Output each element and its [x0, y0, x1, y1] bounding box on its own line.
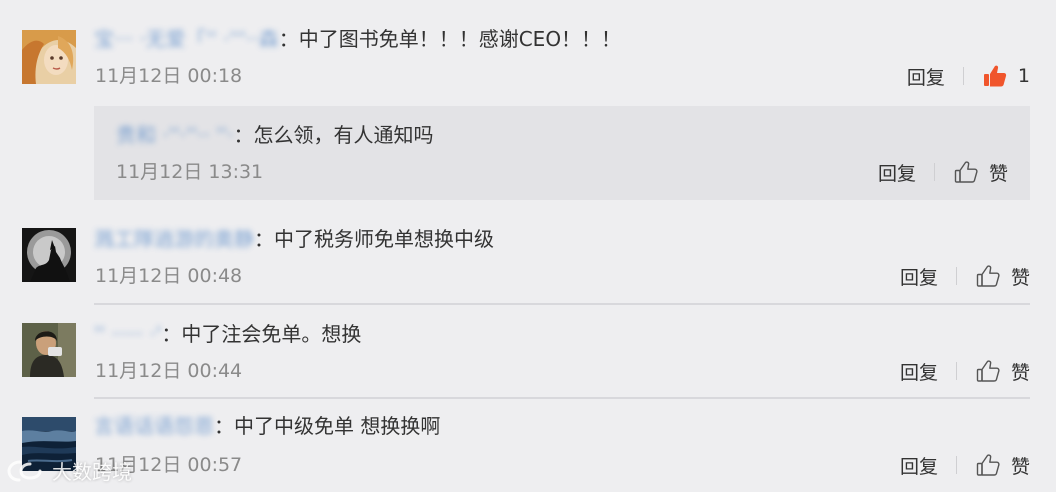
- thumbs-up-icon: [976, 454, 1000, 476]
- comment-text: 中了税务师免单想换中级: [274, 227, 494, 251]
- action-divider: [962, 67, 964, 85]
- thumbs-up-icon: [983, 65, 1007, 87]
- like-label: 赞: [1010, 266, 1030, 289]
- reply-content: 贵和 ·''·''·· ''·：怎么领，有人通知吗: [116, 122, 434, 148]
- like-button[interactable]: 赞: [975, 452, 1030, 479]
- reply-button[interactable]: 回复: [907, 63, 945, 90]
- avatar-image: [22, 323, 76, 377]
- comment-actions: 回复 1: [907, 62, 1030, 90]
- separator: ：: [214, 414, 234, 438]
- avatar[interactable]: [22, 323, 76, 377]
- action-divider: [955, 267, 957, 285]
- action-divider: [933, 163, 935, 181]
- comment-text: 中了注会免单。想换: [181, 322, 362, 346]
- comment-item: 溅工隊逍游的奥静：中了税务师免单想换中级 11月12日 00:48 回复 赞: [0, 206, 1056, 304]
- thumbs-up-icon: [976, 360, 1000, 382]
- username-link[interactable]: 溅工隊逍游的奥静: [94, 226, 254, 252]
- comment-time: 11月12日 00:44: [95, 360, 243, 382]
- avatar-image: [22, 228, 76, 282]
- separator: ：: [254, 227, 274, 251]
- action-divider: [955, 456, 957, 474]
- like-label: 赞: [1010, 455, 1030, 478]
- action-divider: [955, 362, 957, 380]
- avatar[interactable]: [22, 30, 76, 84]
- like-label: 赞: [988, 162, 1008, 185]
- comment-actions: 回复 赞: [900, 357, 1030, 385]
- reply-button[interactable]: 回复: [900, 452, 938, 479]
- reply-button[interactable]: 回复: [900, 358, 938, 385]
- comment-content: 言语话语怨恩：中了中级免单 想换换啊: [94, 413, 440, 439]
- separator: ：: [233, 123, 254, 147]
- watermark-text: 大数跨境: [52, 460, 132, 484]
- comment-item: 宝··· ·无爱「'' ·'''··森：中了图书免单！！！感谢CEO！！！ 11…: [0, 0, 1056, 206]
- watermark: 大数跨境: [6, 456, 132, 485]
- logo-icon: [7, 460, 42, 481]
- separator: ：: [278, 27, 299, 51]
- comment-text: 中了图书免单！！！感谢CEO！！！: [298, 27, 622, 51]
- reply-box: 贵和 ·''·''·· ''·：怎么领，有人通知吗 11月12日 13:31 回…: [94, 106, 1030, 200]
- separator: ：: [161, 322, 182, 346]
- comment-actions: 回复 赞: [900, 451, 1030, 479]
- reply-button[interactable]: 回复: [900, 263, 938, 290]
- like-button[interactable]: 赞: [975, 263, 1030, 290]
- username-link[interactable]: '' ····· ·': [94, 321, 161, 347]
- comment-actions: 回复 赞: [900, 262, 1030, 290]
- thumbs-up-icon: [954, 161, 978, 183]
- like-button[interactable]: 赞: [953, 159, 1008, 186]
- avatar[interactable]: [22, 228, 76, 282]
- comment-time: 11月12日 00:48: [95, 265, 243, 287]
- comment-item: '' ····· ·'：中了注会免单。想换 11月12日 00:44 回复 赞: [0, 305, 1056, 399]
- comment-item: 言语话语怨恩：中了中级免单 想换换啊 11月12日 00:57 回复 赞: [0, 399, 1056, 492]
- comment-content: '' ····· ·'：中了注会免单。想换: [94, 321, 361, 347]
- reply-username-link[interactable]: 贵和 ·''·''·· ''·: [116, 122, 234, 148]
- comment-content: 溅工隊逍游的奥静：中了税务师免单想换中级: [94, 226, 494, 252]
- like-count: 1: [1017, 65, 1030, 87]
- thumbs-up-icon: [976, 265, 1000, 287]
- like-button[interactable]: 1: [982, 63, 1030, 89]
- username-link[interactable]: 言语话语怨恩: [94, 413, 214, 439]
- reply-text: 怎么领，有人通知吗: [253, 123, 434, 147]
- username-link[interactable]: 宝··· ·无爱「'' ·'''··森: [94, 26, 279, 52]
- comment-content: 宝··· ·无爱「'' ·'''··森：中了图书免单！！！感谢CEO！！！: [94, 26, 621, 52]
- comment-text: 中了中级免单 想换换啊: [234, 414, 441, 438]
- reply-actions: 回复 赞: [878, 158, 1008, 186]
- like-label: 赞: [1010, 361, 1030, 384]
- avatar-image: [22, 30, 76, 84]
- like-button[interactable]: 赞: [975, 358, 1030, 385]
- reply-time: 11月12日 13:31: [116, 161, 264, 183]
- comment-time: 11月12日 00:18: [95, 65, 243, 87]
- reply-button[interactable]: 回复: [878, 159, 916, 186]
